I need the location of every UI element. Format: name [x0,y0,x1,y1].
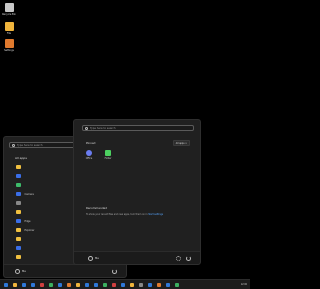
app-icon [4,22,14,31]
gear-icon[interactable] [176,256,181,261]
user-name: Me [95,256,99,260]
pinned-app-label: Folder [104,157,112,160]
taskbar-app-icon[interactable] [166,283,170,287]
app-icon [16,164,21,170]
taskbar: 12:00 [0,279,250,289]
app-icon [4,39,14,48]
start-footer: Me [74,251,200,264]
clock[interactable]: 12:00 [241,283,247,286]
recycle-bin-icon [4,3,14,12]
avatar[interactable] [88,256,93,261]
recommended-text: To show your recent files and new apps, … [86,213,163,216]
app-icon [16,173,21,179]
search-placeholder: Type here to search [17,143,43,147]
start-settings-link[interactable]: Start settings [148,213,163,216]
desktop-icon-label: Settings [4,49,14,52]
recommended-title: Recommended [86,206,108,210]
list-item[interactable]: Explorer [16,227,34,233]
all-apps-button[interactable]: All apps > [172,140,190,146]
taskbar-app-icon[interactable] [130,283,134,287]
search-box[interactable]: Type here to search [82,125,194,131]
taskbar-app-icon[interactable] [139,283,143,287]
avatar[interactable] [15,269,20,274]
list-item[interactable] [16,236,25,242]
pinned-title: Pinned [86,141,96,145]
pinned-app-label: Office [85,157,93,160]
desktop-icon-settings[interactable]: Settings [2,39,16,52]
taskbar-app-icon[interactable] [58,283,62,287]
all-apps-header: All apps [15,156,27,160]
search-icon [85,126,88,130]
taskbar-app-icon[interactable] [148,283,152,287]
taskbar-app-icon[interactable] [121,283,125,287]
camera-icon [16,191,21,197]
app-icon [16,182,21,188]
app-icon [16,245,21,251]
taskbar-app-icon[interactable] [157,283,161,287]
user-name: Me [22,269,26,273]
list-item[interactable] [16,164,25,170]
list-item[interactable]: Edge [16,218,31,224]
desktop-icon-file[interactable]: File [2,22,16,35]
taskbar-app-icon[interactable] [13,283,17,287]
pinned-app[interactable]: Office [83,150,95,160]
list-item[interactable] [16,182,25,188]
folder-icon [16,254,21,260]
list-item[interactable]: Camera [16,191,34,197]
folder-icon [16,236,21,242]
desktop-icon-recycle-bin[interactable]: Recycle Bin [2,3,16,16]
taskbar-app-icon[interactable] [67,283,71,287]
list-item[interactable] [16,254,25,260]
power-icon[interactable] [112,269,117,274]
office-icon [86,150,92,156]
taskbar-app-icon[interactable] [22,283,26,287]
power-icon[interactable] [186,256,191,261]
taskbar-app-icon[interactable] [103,283,107,287]
taskbar-app-icon[interactable] [4,283,8,287]
start-menu-pinned: Type here to search Pinned All apps > Of… [73,119,201,265]
taskbar-app-icon[interactable] [94,283,98,287]
desktop-icon-label: Recycle Bin [2,13,16,16]
folder-icon [16,227,21,233]
folder-icon [16,209,21,215]
folder-icon [105,150,111,156]
taskbar-app-icon[interactable] [49,283,53,287]
list-item[interactable] [16,173,25,179]
pinned-app[interactable]: Folder [102,150,114,160]
list-item[interactable] [16,245,25,251]
start-footer: Me [4,264,126,277]
search-icon [12,143,15,147]
taskbar-app-icon[interactable] [76,283,80,287]
list-item[interactable] [16,200,25,206]
taskbar-app-icon[interactable] [112,283,116,287]
taskbar-app-icon[interactable] [85,283,89,287]
taskbar-app-icon[interactable] [31,283,35,287]
taskbar-app-icon[interactable] [175,283,179,287]
search-placeholder: Type here to search [90,126,116,130]
edge-icon [16,218,21,224]
list-item[interactable] [16,209,25,215]
desktop-icon-label: File [7,32,11,35]
taskbar-app-icon[interactable] [40,283,44,287]
app-icon [16,200,21,206]
